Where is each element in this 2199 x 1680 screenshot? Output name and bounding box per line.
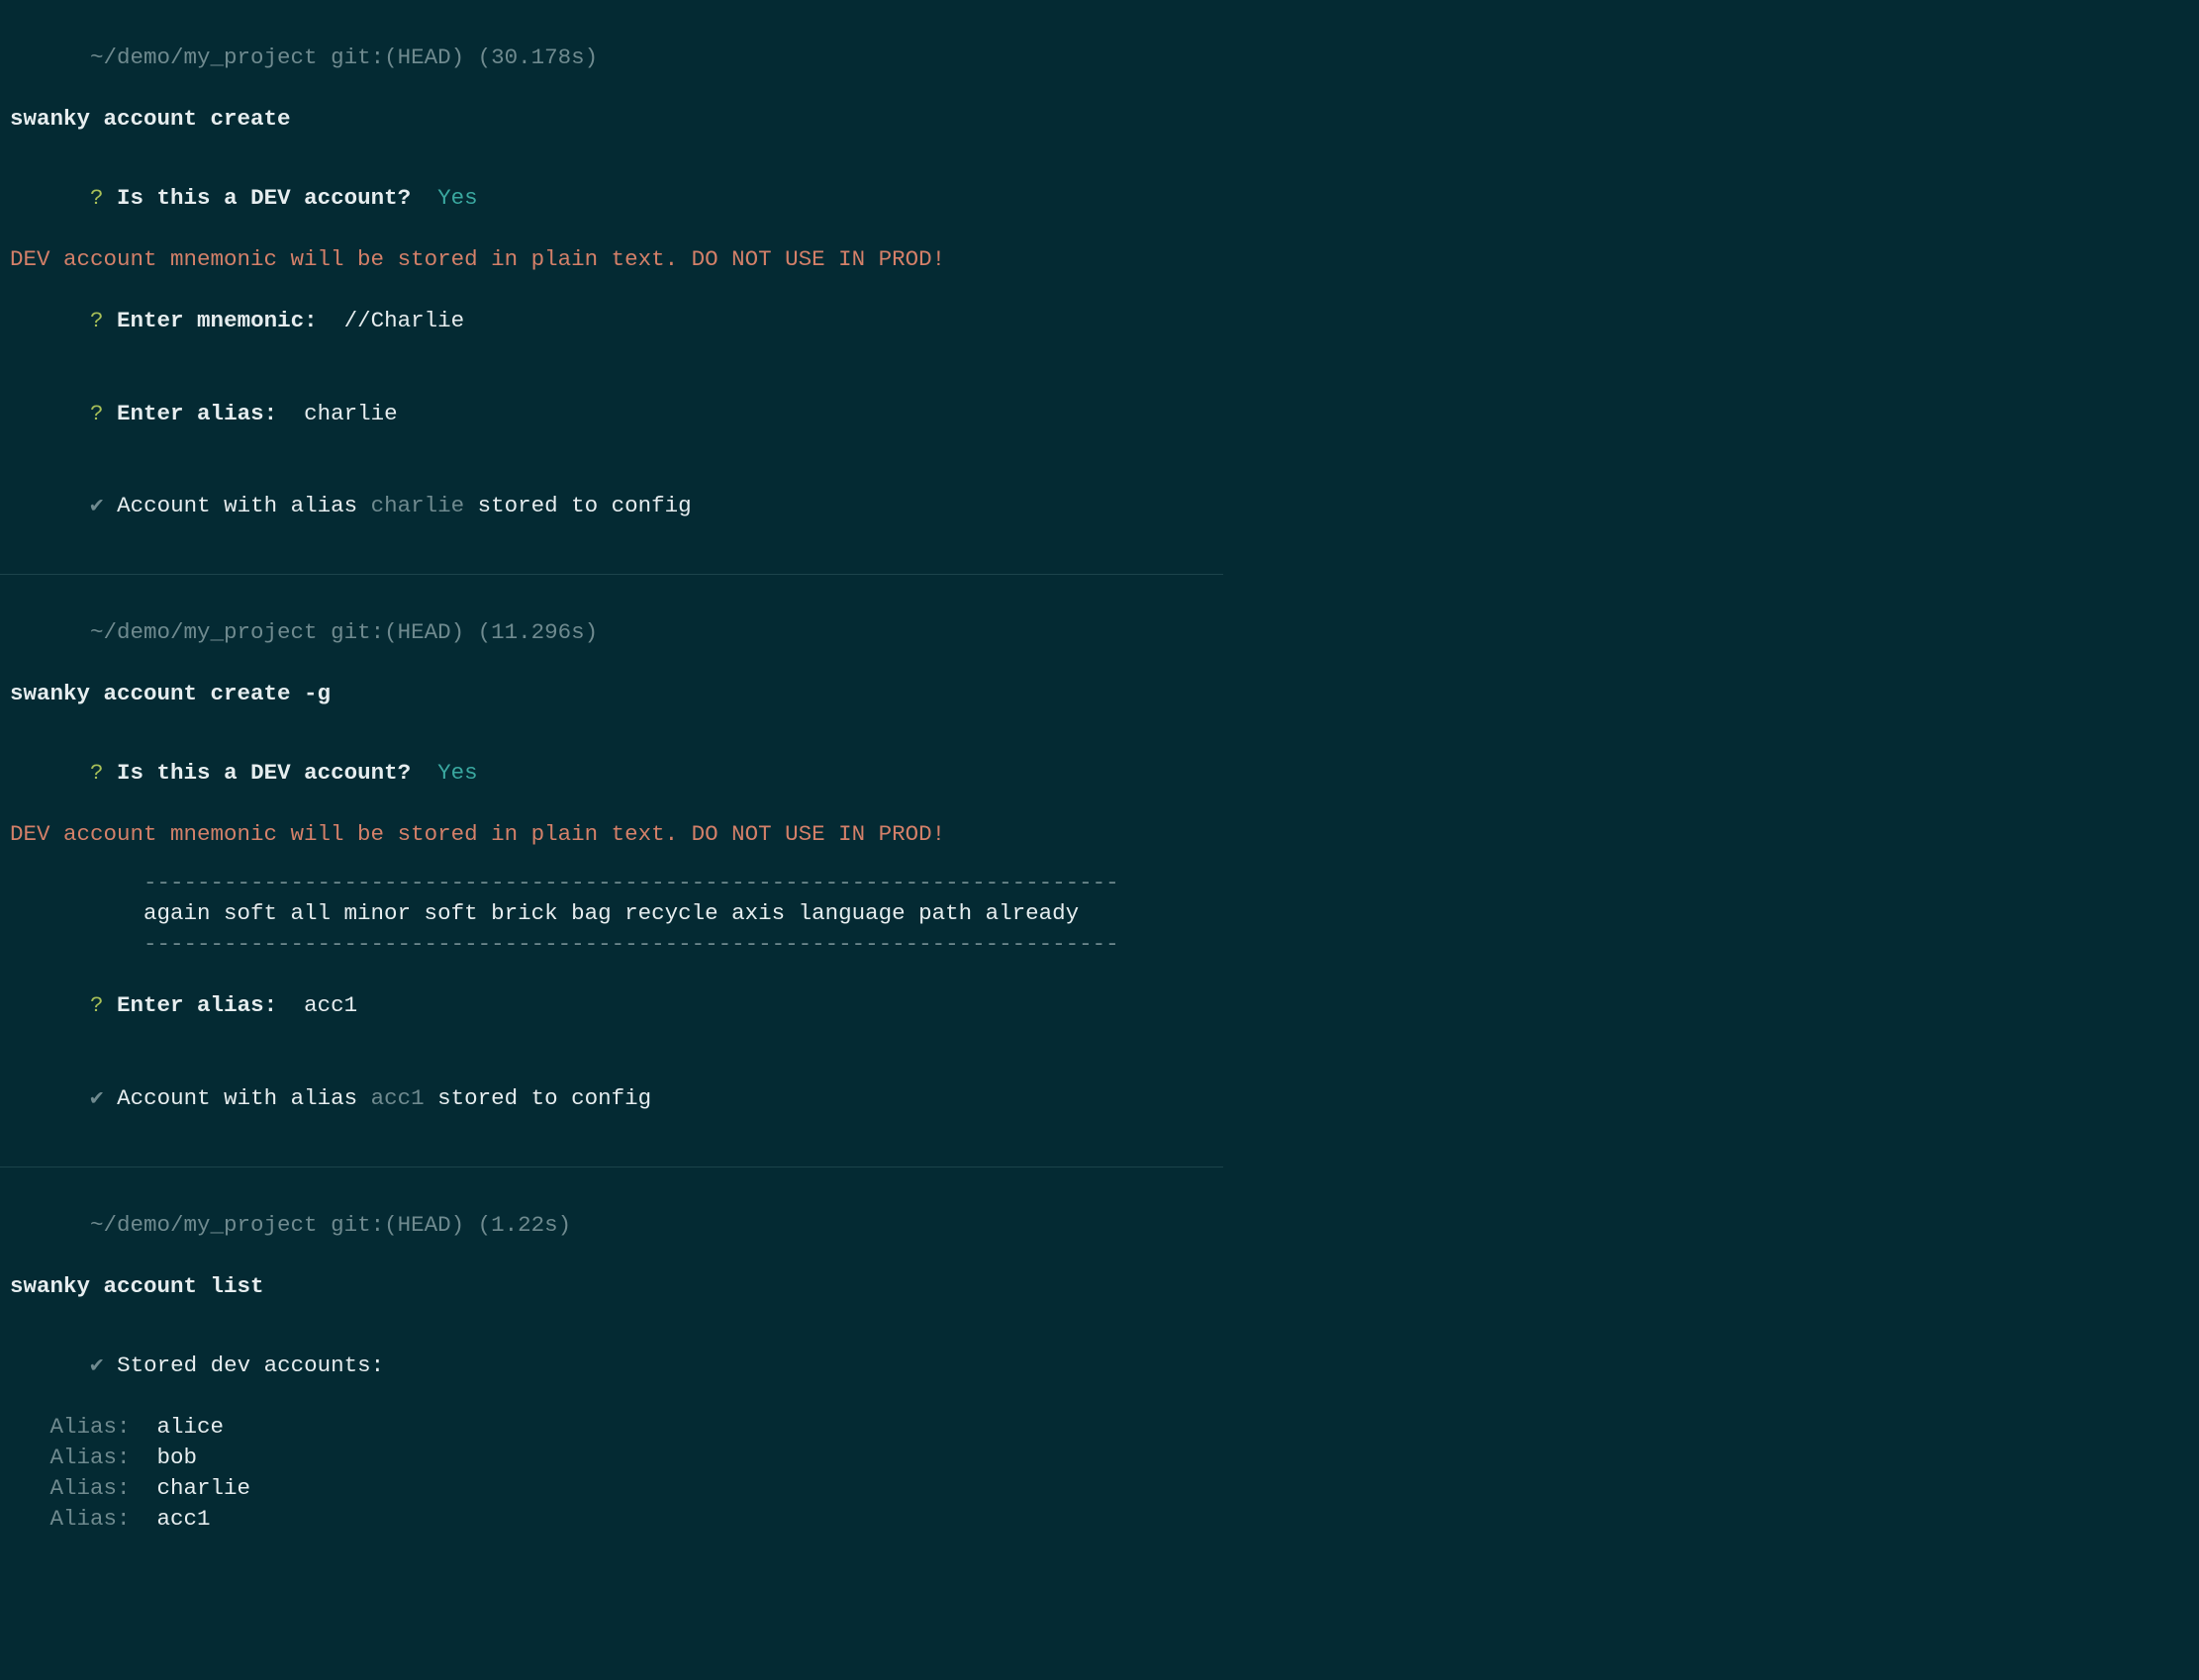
confirm-alias: acc1 bbox=[371, 1085, 425, 1111]
alias-value[interactable]: charlie bbox=[304, 401, 398, 426]
question-text: Is this a DEV account? bbox=[117, 185, 411, 211]
confirm-text-suffix: stored to config bbox=[425, 1085, 652, 1111]
prompt-line: ~/demo/my_project git:(HEAD) (30.178s) bbox=[10, 12, 1213, 104]
confirm-alias: charlie bbox=[371, 493, 465, 518]
warning-line: DEV account mnemonic will be stored in p… bbox=[10, 244, 1213, 275]
question-mark-icon: ? bbox=[90, 401, 104, 426]
command-line[interactable]: swanky account list bbox=[10, 1271, 1213, 1302]
terminal-block-create-g: ~/demo/my_project git:(HEAD) (11.296s) s… bbox=[0, 574, 1223, 1167]
prompt-git: git:(HEAD) bbox=[318, 1212, 478, 1238]
question-text: Is this a DEV account? bbox=[117, 760, 411, 786]
alias-name: acc1 bbox=[157, 1506, 211, 1532]
answer-value: Yes bbox=[437, 185, 478, 211]
confirm-line: ✔ Account with alias acc1 stored to conf… bbox=[10, 1052, 1213, 1144]
alias-line: ? Enter alias: acc1 bbox=[10, 960, 1213, 1052]
alias-label: Alias: bbox=[10, 1473, 131, 1504]
alias-name: bob bbox=[157, 1445, 198, 1470]
prompt-time: (30.178s) bbox=[478, 45, 599, 70]
mnemonic-prompt: Enter mnemonic: bbox=[117, 308, 318, 333]
prompt-line: ~/demo/my_project git:(HEAD) (11.296s) bbox=[10, 587, 1213, 679]
mnemonic-line: ? Enter mnemonic: //Charlie bbox=[10, 275, 1213, 367]
confirm-text-prefix: Account with alias bbox=[117, 1085, 371, 1111]
prompt-path: ~/demo/my_project bbox=[90, 1212, 318, 1238]
terminal-block-create: ~/demo/my_project git:(HEAD) (30.178s) s… bbox=[0, 0, 1223, 574]
question-mark-icon: ? bbox=[90, 308, 104, 333]
list-item: Alias: alice bbox=[10, 1412, 1213, 1443]
mnemonic-divider-top: ----------------------------------------… bbox=[10, 868, 1213, 898]
prompt-time: (11.296s) bbox=[478, 619, 599, 645]
question-line: ? Is this a DEV account? Yes bbox=[10, 152, 1213, 244]
confirm-text-suffix: stored to config bbox=[464, 493, 692, 518]
list-header-line: ✔ Stored dev accounts: bbox=[10, 1320, 1213, 1412]
prompt-path: ~/demo/my_project bbox=[90, 45, 318, 70]
alias-label: Alias: bbox=[10, 1443, 131, 1473]
check-icon: ✔ bbox=[90, 1353, 104, 1378]
terminal-frame: ~/demo/my_project git:(HEAD) (30.178s) s… bbox=[0, 0, 1223, 1556]
prompt-git: git:(HEAD) bbox=[318, 45, 478, 70]
alias-line: ? Enter alias: charlie bbox=[10, 368, 1213, 460]
command-line[interactable]: swanky account create -g bbox=[10, 679, 1213, 709]
mnemonic-value[interactable]: //Charlie bbox=[344, 308, 465, 333]
question-mark-icon: ? bbox=[90, 185, 104, 211]
mnemonic-divider-bottom: ----------------------------------------… bbox=[10, 929, 1213, 960]
prompt-time: (1.22s) bbox=[478, 1212, 572, 1238]
warning-line: DEV account mnemonic will be stored in p… bbox=[10, 819, 1213, 850]
list-item: Alias: acc1 bbox=[10, 1504, 1213, 1535]
question-mark-icon: ? bbox=[90, 760, 104, 786]
terminal-block-list: ~/demo/my_project git:(HEAD) (1.22s) swa… bbox=[0, 1167, 1223, 1557]
alias-name: alice bbox=[157, 1414, 225, 1440]
prompt-git: git:(HEAD) bbox=[318, 619, 478, 645]
answer-value: Yes bbox=[437, 760, 478, 786]
prompt-path: ~/demo/my_project bbox=[90, 619, 318, 645]
command-line[interactable]: swanky account create bbox=[10, 104, 1213, 135]
alias-label: Alias: bbox=[10, 1504, 131, 1535]
list-header: Stored dev accounts: bbox=[117, 1353, 384, 1378]
check-icon: ✔ bbox=[90, 493, 104, 518]
confirm-text-prefix: Account with alias bbox=[117, 493, 371, 518]
alias-name: charlie bbox=[157, 1475, 251, 1501]
list-item: Alias: charlie bbox=[10, 1473, 1213, 1504]
confirm-line: ✔ Account with alias charlie stored to c… bbox=[10, 460, 1213, 552]
question-mark-icon: ? bbox=[90, 992, 104, 1018]
question-line: ? Is this a DEV account? Yes bbox=[10, 727, 1213, 819]
check-icon: ✔ bbox=[90, 1085, 104, 1111]
mnemonic-words: again soft all minor soft brick bag recy… bbox=[10, 898, 1213, 929]
list-item: Alias: bob bbox=[10, 1443, 1213, 1473]
alias-prompt: Enter alias: bbox=[117, 992, 277, 1018]
prompt-line: ~/demo/my_project git:(HEAD) (1.22s) bbox=[10, 1179, 1213, 1271]
alias-label: Alias: bbox=[10, 1412, 131, 1443]
alias-value[interactable]: acc1 bbox=[304, 992, 357, 1018]
alias-prompt: Enter alias: bbox=[117, 401, 277, 426]
